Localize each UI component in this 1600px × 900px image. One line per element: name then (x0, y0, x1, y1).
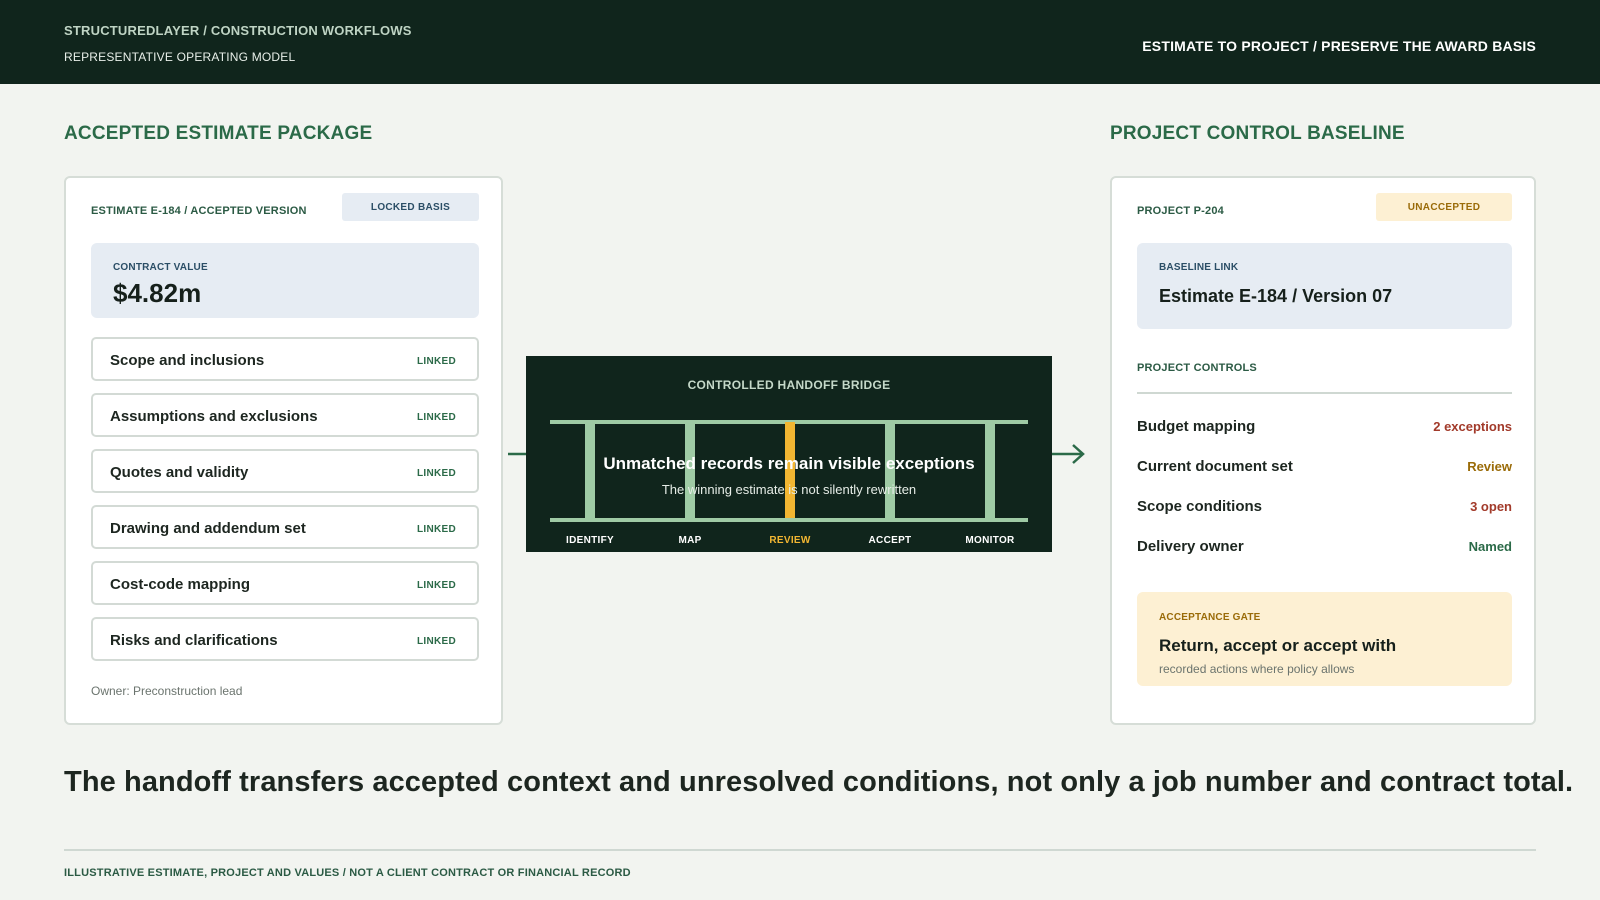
project-card-label: PROJECT P-204 (1137, 205, 1224, 217)
top-bar: STRUCTUREDLAYER / CONSTRUCTION WORKFLOWS… (0, 0, 1600, 84)
acceptance-gate-title: Return, accept or accept with (1159, 636, 1397, 655)
bridge-main-text: Unmatched records remain visible excepti… (603, 454, 975, 473)
acceptance-gate: ACCEPTANCE GATE Return, accept or accept… (1137, 592, 1512, 686)
list-item-label: Scope and inclusions (110, 352, 265, 369)
control-value: Review (1467, 459, 1512, 474)
baseline-link-value: Estimate E-184 / Version 07 (1159, 286, 1393, 306)
control-value: Named (1468, 539, 1512, 554)
arrow-right-icon (1051, 444, 1085, 464)
project-card: PROJECT P-204 UNACCEPTED BASELINE LINK E… (1110, 176, 1536, 725)
list-item-label: Cost-code mapping (110, 576, 251, 593)
locked-basis-badge: LOCKED BASIS (342, 193, 479, 221)
list-item[interactable]: Risks and clarifications LINKED (91, 617, 479, 661)
footer-disclaimer: ILLUSTRATIVE ESTIMATE, PROJECT AND VALUE… (64, 867, 631, 879)
list-item[interactable]: Scope and inclusions LINKED (91, 337, 479, 381)
step-accept: ACCEPT (868, 535, 912, 546)
linked-status: LINKED (416, 356, 456, 367)
step-review: REVIEW (769, 535, 811, 546)
control-label: Delivery owner (1137, 538, 1244, 555)
control-row: Current document set Review (1137, 458, 1512, 480)
handoff-bridge: CONTROLLED HANDOFF BRIDGE Unmatched reco… (526, 356, 1052, 552)
headline: The handoff transfers accepted context a… (64, 766, 1574, 798)
contract-value-label: CONTRACT VALUE (113, 262, 208, 273)
step-identify: IDENTIFY (566, 535, 614, 546)
project-controls-label: PROJECT CONTROLS (1137, 362, 1257, 374)
right-section-title: PROJECT CONTROL BASELINE (1110, 123, 1405, 144)
control-row: Scope conditions 3 open (1137, 498, 1512, 520)
control-value: 2 exceptions (1433, 419, 1512, 434)
bridge-bottom-rail (550, 518, 1028, 522)
step-monitor: MONITOR (965, 535, 1015, 546)
list-item-label: Risks and clarifications (110, 632, 278, 649)
contract-value-box: CONTRACT VALUE $4.82m (91, 243, 479, 318)
list-item-label: Quotes and validity (110, 464, 249, 481)
list-item[interactable]: Assumptions and exclusions LINKED (91, 393, 479, 437)
control-row: Budget mapping 2 exceptions (1137, 418, 1512, 440)
control-label: Budget mapping (1137, 418, 1256, 435)
acceptance-gate-label: ACCEPTANCE GATE (1159, 612, 1261, 623)
brand-subtitle: REPRESENTATIVE OPERATING MODEL (64, 50, 296, 64)
linked-status: LINKED (416, 468, 456, 479)
control-row: Delivery owner Named (1137, 538, 1512, 560)
bridge-title: CONTROLLED HANDOFF BRIDGE (687, 378, 891, 392)
control-value: 3 open (1470, 499, 1512, 514)
linked-status: LINKED (416, 412, 456, 423)
acceptance-gate-text: recorded actions where policy allows (1159, 662, 1355, 676)
list-item[interactable]: Quotes and validity LINKED (91, 449, 479, 493)
footer-divider (64, 849, 1536, 851)
baseline-link-box: BASELINE LINK Estimate E-184 / Version 0… (1137, 243, 1512, 329)
contract-value: $4.82m (113, 278, 202, 308)
list-item-label: Assumptions and exclusions (110, 408, 318, 425)
list-item-label: Drawing and addendum set (110, 520, 306, 537)
list-item[interactable]: Cost-code mapping LINKED (91, 561, 479, 605)
estimate-card-label: ESTIMATE E-184 / ACCEPTED VERSION (91, 205, 307, 217)
control-label: Scope conditions (1137, 498, 1263, 515)
linked-status: LINKED (416, 524, 456, 535)
left-section-title: ACCEPTED ESTIMATE PACKAGE (64, 123, 373, 144)
divider (1137, 392, 1512, 394)
owner-note: Owner: Preconstruction lead (91, 684, 243, 698)
page-context-title: ESTIMATE TO PROJECT / PRESERVE THE AWARD… (1142, 38, 1536, 54)
step-map: MAP (678, 535, 702, 546)
unaccepted-badge: UNACCEPTED (1376, 193, 1512, 221)
bridge-sub-text: The winning estimate is not silently rew… (661, 482, 917, 497)
estimate-card: ESTIMATE E-184 / ACCEPTED VERSION LOCKED… (64, 176, 503, 725)
brand-title: STRUCTUREDLAYER / CONSTRUCTION WORKFLOWS (64, 23, 412, 38)
linked-status: LINKED (416, 580, 456, 591)
control-label: Current document set (1137, 458, 1293, 475)
linked-status: LINKED (416, 636, 456, 647)
baseline-link-label: BASELINE LINK (1159, 262, 1239, 273)
list-item[interactable]: Drawing and addendum set LINKED (91, 505, 479, 549)
